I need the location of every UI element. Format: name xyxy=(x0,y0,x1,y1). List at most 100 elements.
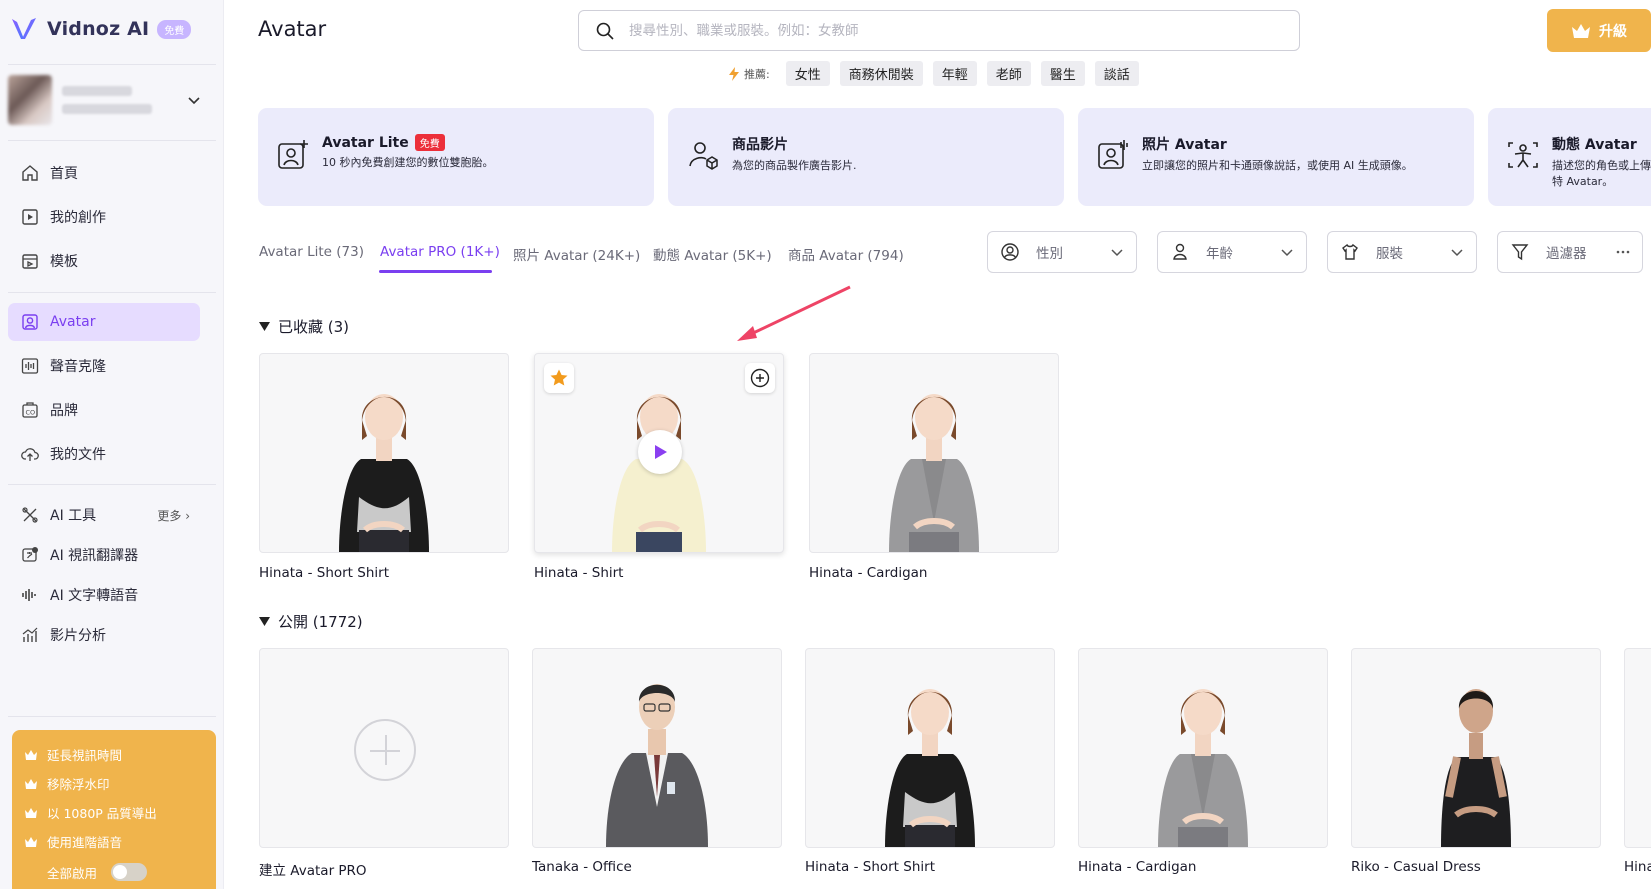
upgrade-button[interactable]: 升級 xyxy=(1547,9,1651,52)
gender-filter[interactable]: 性別 xyxy=(987,231,1137,273)
more-tools-link[interactable]: 更多 › xyxy=(157,507,190,524)
crown-icon xyxy=(1572,23,1590,38)
nav-brand[interactable]: CO 品牌 xyxy=(8,391,200,429)
tag-chip[interactable]: 年輕 xyxy=(932,61,977,86)
category-card-photo-avatar[interactable]: 照片 Avatar 立即讓您的照片和卡通頭像說話，或使用 AI 生成頭像。 xyxy=(1078,108,1474,206)
play-icon xyxy=(655,445,667,459)
product-person-icon xyxy=(689,142,718,170)
divider xyxy=(8,140,216,141)
nav-label: 聲音克隆 xyxy=(50,359,106,375)
brand-logo[interactable]: Vidnoz AI 免費 xyxy=(9,12,192,46)
divider xyxy=(8,484,216,485)
star-icon xyxy=(550,369,568,386)
nav-my-files[interactable]: 我的文件 xyxy=(8,435,200,473)
nav-video-analytics[interactable]: 影片分析 xyxy=(8,616,200,654)
search-input[interactable] xyxy=(629,22,1299,39)
nav-my-creations[interactable]: 我的創作 xyxy=(8,198,200,236)
avatar-preview-image xyxy=(885,689,975,847)
tag-chip[interactable]: 談話 xyxy=(1094,61,1139,86)
category-desc: 10 秒內免費創建您的數位雙胞胎。 xyxy=(322,156,494,169)
crown-icon xyxy=(25,778,37,789)
tab-dynamic-avatar[interactable]: 動態 Avatar (5K+) xyxy=(653,244,772,264)
nav-label: AI 工具 xyxy=(50,508,97,524)
avatar-card[interactable] xyxy=(259,353,509,553)
avatar-name: 建立 Avatar PRO xyxy=(259,863,367,879)
favorites-section-header[interactable]: 已收藏 (3) xyxy=(259,316,349,337)
tab-avatar-pro[interactable]: Avatar PRO (1K+) xyxy=(380,244,500,260)
tag-chip[interactable]: 商務休閒裝 xyxy=(839,61,923,86)
nav-home[interactable]: 首頁 xyxy=(8,154,200,192)
nav-ai-tools[interactable]: AI 工具 更多 › xyxy=(8,496,200,534)
clothing-filter[interactable]: 服裝 xyxy=(1327,231,1477,273)
avatar-add-icon xyxy=(278,140,308,169)
nav-ai-tts[interactable]: AI 文字轉語音 xyxy=(8,576,200,614)
avatar-card[interactable] xyxy=(532,648,782,848)
category-desc-line: 描述您的角色或上傳 xyxy=(1552,159,1651,172)
account-switcher[interactable] xyxy=(8,72,216,128)
category-title: 商品影片 xyxy=(732,137,788,153)
talking-photo-icon xyxy=(1098,140,1128,169)
age-icon xyxy=(1173,243,1187,260)
promo-item: 延長視訊時間 xyxy=(24,740,204,769)
tag-chip[interactable]: 老師 xyxy=(986,61,1031,86)
avatar-card[interactable] xyxy=(1351,648,1601,848)
category-card-dynamic-avatar[interactable]: 動態 Avatar 描述您的角色或上傳特 Avatar。 xyxy=(1488,108,1651,206)
chevron-down-icon xyxy=(1281,249,1293,257)
more-label: 更多 xyxy=(157,508,182,523)
active-tab-indicator xyxy=(379,270,492,273)
free-plan-badge: 免費 xyxy=(157,19,192,39)
divider xyxy=(8,64,216,65)
avatar-icon xyxy=(22,314,38,330)
advanced-filter[interactable]: 過濾器 xyxy=(1497,231,1643,273)
play-preview-button[interactable] xyxy=(638,430,682,474)
nav-avatar[interactable]: Avatar xyxy=(8,303,200,341)
nav-templates[interactable]: 模板 xyxy=(8,242,200,280)
avatar-card[interactable] xyxy=(805,648,1055,848)
more-dots-icon xyxy=(1616,250,1630,254)
promo-item-label: 延長視訊時間 xyxy=(47,748,123,763)
crown-icon xyxy=(25,807,37,818)
filter-label: 過濾器 xyxy=(1546,246,1587,262)
nav-label: 品牌 xyxy=(50,403,78,419)
upgrade-promo-panel[interactable]: 延長視訊時間 移除浮水印 以 1080P 品質導出 使用進階語音 全部啟用 xyxy=(12,730,216,889)
plus-circle-icon xyxy=(750,368,770,388)
avatar-card-partial[interactable] xyxy=(1624,648,1651,848)
home-icon xyxy=(22,165,38,181)
tab-avatar-lite[interactable]: Avatar Lite (73) xyxy=(259,244,364,260)
enable-all-row: 全部啟用 xyxy=(24,856,204,888)
caret-down-icon xyxy=(259,322,270,331)
promo-item-label: 使用進階語音 xyxy=(47,835,123,850)
annotation-arrow-icon xyxy=(737,285,851,341)
tab-product-avatar[interactable]: 商品 Avatar (794) xyxy=(788,244,904,264)
search-bar[interactable] xyxy=(578,10,1300,51)
upload-cloud-icon xyxy=(21,448,39,461)
avatar-preview-image xyxy=(1158,689,1248,847)
category-desc: 立即讓您的照片和卡通頭像說話，或使用 AI 生成頭像。 xyxy=(1142,159,1413,172)
avatar-name: Hinata - Cardigan xyxy=(809,565,928,581)
nav-label: 我的文件 xyxy=(50,447,106,463)
avatar-card[interactable] xyxy=(809,353,1059,553)
brand-name: Vidnoz AI xyxy=(47,18,150,40)
category-card-product-video[interactable]: 商品影片 為您的商品製作廣告影片. xyxy=(668,108,1064,206)
category-card-avatar-lite[interactable]: Avatar Lite 免費 10 秒內免費創建您的數位雙胞胎。 xyxy=(258,108,654,206)
public-section-header[interactable]: 公開 (1772) xyxy=(259,611,363,632)
avatar-card[interactable] xyxy=(1078,648,1328,848)
create-avatar-pro-card[interactable] xyxy=(259,648,509,848)
enable-all-toggle[interactable] xyxy=(111,863,148,881)
tab-photo-avatar[interactable]: 照片 Avatar (24K+) xyxy=(513,244,640,264)
avatar-name: Hina xyxy=(1624,859,1651,875)
add-to-project-button[interactable] xyxy=(745,363,775,393)
avatar-card[interactable] xyxy=(534,353,784,553)
tags-label-text: 推薦: xyxy=(744,67,770,81)
nav-voice-clone[interactable]: 聲音克隆 xyxy=(8,347,200,385)
avatar-preview-image xyxy=(606,684,708,847)
tags-label: 推薦: xyxy=(727,66,770,82)
age-filter[interactable]: 年齡 xyxy=(1157,231,1307,273)
favorite-button[interactable] xyxy=(544,363,574,393)
shirt-icon xyxy=(1342,243,1358,260)
nav-label: AI 文字轉語音 xyxy=(50,588,139,604)
nav-ai-video-translator[interactable]: AI 視訊翻譯器 xyxy=(8,536,200,574)
tag-chip[interactable]: 醫生 xyxy=(1040,61,1085,86)
tag-chip[interactable]: 女性 xyxy=(785,61,830,86)
user-circle-icon xyxy=(1001,243,1019,261)
